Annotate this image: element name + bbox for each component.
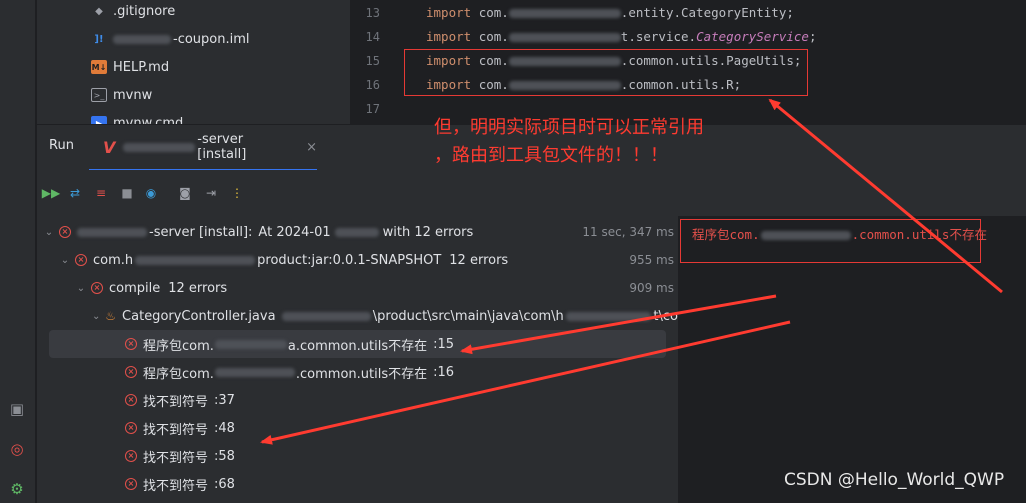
more-options-icon[interactable]: ⋮: [229, 185, 245, 201]
stop-icon[interactable]: ■: [119, 185, 135, 201]
error-row-58[interactable]: × 找不到符号:58: [125, 442, 235, 470]
markdown-icon: M↓: [91, 60, 107, 74]
run-title: Run: [49, 138, 74, 153]
error-icon: ×: [125, 422, 137, 434]
error-row-48[interactable]: × 找不到符号:48: [125, 414, 235, 442]
error-row-15[interactable]: × 程序包com. a.common.utils不存在 :15: [49, 330, 666, 358]
rerun-icon[interactable]: ▶▶: [42, 185, 60, 201]
tree-file-mvnw-cmd[interactable]: ▶ mvnw.cmd: [91, 113, 183, 124]
line-number: 14: [365, 30, 380, 44]
annotation-line-2: ，路由到工具包文件的！！！: [434, 145, 668, 166]
toggle-view-icon[interactable]: ⇄: [67, 185, 83, 201]
chevron-down-icon[interactable]: ⌄: [89, 311, 103, 322]
highlight-box-imports: [404, 49, 808, 96]
error-icon: ×: [125, 338, 137, 350]
tree-file-row[interactable]: ⌄ ♨ CategoryController.java \product\src…: [89, 302, 678, 330]
export-icon[interactable]: ⇥: [203, 185, 219, 201]
annotation-line-1: 但，明明实际项目时可以正常引用: [434, 117, 704, 138]
error-icon: ×: [91, 282, 103, 294]
filter-errors-icon[interactable]: ≡: [93, 185, 109, 201]
terminal-icon: >_: [91, 88, 107, 102]
camera-icon[interactable]: ◙: [177, 185, 193, 201]
iml-file-icon: ]!: [94, 33, 104, 45]
tree-compile-row[interactable]: ⌄ × compile 12 errors 909 ms: [73, 274, 678, 302]
error-icon: ×: [125, 478, 137, 490]
error-icon: ×: [125, 366, 137, 378]
tree-file-iml[interactable]: ]! -coupon.iml: [91, 29, 249, 49]
error-row-16[interactable]: × 程序包com. .common.utils不存在 :16: [125, 358, 454, 386]
code-line-14: import com. t.service.CategoryService;: [426, 29, 817, 44]
csdn-watermark: CSDN @Hello_World_QWP: [784, 470, 1005, 490]
line-number: 16: [365, 78, 380, 92]
cmd-icon: ▶: [91, 116, 107, 124]
java-file-icon: ♨: [105, 309, 117, 323]
close-tab-icon[interactable]: ×: [306, 140, 317, 155]
gitignore-icon: ◆: [95, 5, 103, 17]
maven-v-icon: V: [103, 137, 116, 157]
tree-file-gitignore[interactable]: ◆ .gitignore: [91, 1, 175, 21]
build-results-tree: ⌄ × -server [install]: At 2024-01 with 1…: [37, 216, 678, 503]
error-icon: ×: [125, 394, 137, 406]
error-row-37[interactable]: × 找不到符号:37: [125, 386, 235, 414]
chevron-down-icon[interactable]: ⌄: [57, 255, 73, 266]
problems-icon[interactable]: ◎: [6, 438, 28, 460]
left-tool-gutter: ▣ ◎ ⚙: [0, 0, 36, 503]
error-icon: ×: [75, 254, 87, 266]
run-toolbar: ▶▶ ⇄ ≡ ■ ◉ ◙ ⇥ ⋮: [37, 170, 1026, 216]
services-icon[interactable]: ▣: [6, 398, 28, 420]
project-tree: ◆ .gitignore ]! -coupon.iml M↓ HELP.md >…: [37, 0, 350, 124]
line-number: 13: [365, 6, 380, 20]
error-icon: ×: [125, 450, 137, 462]
show-icon[interactable]: ◉: [143, 185, 159, 201]
tree-file-mvnw[interactable]: >_ mvnw: [91, 85, 152, 105]
line-number: 15: [365, 54, 380, 68]
run-config-tab[interactable]: V -server [install] ×: [89, 125, 317, 171]
error-icon: ×: [59, 226, 71, 238]
chevron-down-icon[interactable]: ⌄: [41, 227, 57, 238]
error-row-68[interactable]: × 找不到符号:68: [125, 470, 235, 498]
tree-file-help-md[interactable]: M↓ HELP.md: [91, 57, 169, 77]
highlight-box-console: [680, 219, 981, 263]
chevron-down-icon[interactable]: ⌄: [73, 283, 89, 294]
line-number: 17: [365, 102, 380, 116]
code-line-13: import com. .entity.CategoryEntity;: [426, 5, 794, 20]
tree-root-row[interactable]: ⌄ × -server [install]: At 2024-01 with 1…: [41, 218, 678, 246]
tree-module-row[interactable]: ⌄ × com.h product:jar:0.0.1-SNAPSHOT 12 …: [57, 246, 678, 274]
settings-gear-icon[interactable]: ⚙: [6, 478, 28, 500]
